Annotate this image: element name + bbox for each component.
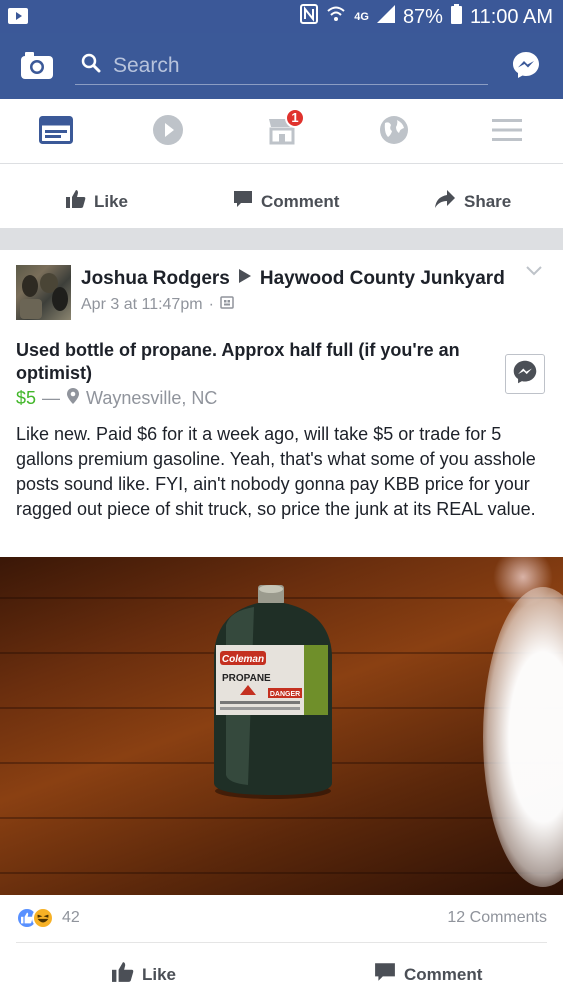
location-pin-icon (66, 387, 80, 410)
messenger-icon (512, 359, 538, 390)
post-timestamp[interactable]: Apr 3 at 11:47pm (81, 296, 203, 314)
price-location-line: $5 — Waynesville, NC (16, 387, 217, 410)
marketplace-post: Joshua Rodgers Haywood County Junkyard A… (0, 250, 563, 1000)
price-separator: — (42, 388, 61, 408)
bottle-brand-text: Coleman (222, 654, 264, 665)
propane-bottle-image: Coleman PROPANE DANGER (214, 585, 332, 799)
main-tab-bar: 1 (0, 99, 563, 164)
message-seller-button[interactable] (505, 354, 545, 394)
post-options-chevron-icon[interactable] (525, 264, 543, 282)
post-divider (16, 942, 547, 943)
light-glare (483, 587, 563, 887)
nfc-icon (300, 4, 319, 30)
feed-separator (0, 228, 563, 250)
tab-video[interactable] (148, 114, 188, 150)
listing-photo[interactable]: Coleman PROPANE DANGER (0, 557, 563, 895)
post-comment-button[interactable]: Comment (374, 961, 482, 988)
listing-price: $5 (16, 388, 37, 408)
listing-location[interactable]: Waynesville, NC (86, 388, 217, 409)
video-notification-icon (8, 7, 28, 30)
bottle-warning-text: DANGER (270, 691, 300, 698)
post-like-button[interactable]: Like (112, 961, 176, 988)
globe-icon (379, 115, 409, 150)
share-arrow-icon (434, 189, 456, 214)
comment-bubble-icon (233, 189, 253, 214)
search-bar[interactable] (75, 47, 488, 85)
author-name[interactable]: Joshua Rodgers (81, 268, 230, 290)
thumbs-up-icon (66, 189, 86, 214)
messenger-icon[interactable] (511, 50, 541, 80)
camera-icon[interactable] (20, 50, 54, 80)
comment-button[interactable]: Comment (233, 189, 339, 214)
search-input[interactable] (113, 53, 473, 78)
post-comment-label: Comment (404, 964, 483, 984)
haha-reaction-icon (32, 907, 54, 929)
thumbs-up-icon (112, 961, 134, 988)
listing-title: Used bottle of propane. Approx half full… (16, 340, 460, 383)
reaction-count: 42 (62, 909, 80, 926)
marketplace-badge: 1 (285, 107, 305, 128)
author-avatar[interactable] (16, 265, 71, 320)
hamburger-menu-icon (492, 117, 522, 148)
battery-percent: 87% (402, 5, 443, 28)
post-header-line: Joshua Rodgers Haywood County Junkyard (81, 268, 505, 290)
post-meta: Apr 3 at 11:47pm · (81, 296, 234, 314)
reactions-summary[interactable]: 42 (16, 907, 80, 929)
share-label: Share (464, 191, 512, 211)
bottle-label-text: PROPANE (222, 673, 271, 684)
meta-separator: · (208, 296, 214, 313)
status-bar: 4G 87% 11:00 AM (0, 0, 563, 33)
app-header (0, 33, 563, 99)
listing-description: Like new. Paid $6 for it a week ago, wil… (16, 424, 536, 519)
arrow-right-icon (238, 268, 252, 290)
comments-count-link[interactable]: 12 Comments (447, 909, 547, 927)
tab-news-feed[interactable] (36, 114, 76, 150)
battery-icon (450, 4, 462, 30)
video-play-icon (152, 114, 184, 151)
like-button[interactable]: Like (66, 189, 128, 214)
group-name[interactable]: Haywood County Junkyard (260, 268, 505, 290)
like-label: Like (94, 191, 129, 211)
share-button[interactable]: Share (434, 189, 511, 214)
tab-notifications-globe[interactable] (374, 114, 414, 150)
signal-icon (376, 5, 395, 29)
comment-bubble-icon (374, 961, 396, 988)
marketplace-icon: 1 (267, 107, 305, 150)
news-feed-icon (39, 115, 73, 149)
clock: 11:00 AM (469, 5, 553, 28)
comment-label: Comment (261, 191, 340, 211)
previous-post-action-bar: Like Comment Share (0, 165, 563, 228)
post-like-label: Like (142, 964, 177, 984)
tab-menu[interactable] (487, 114, 527, 150)
wifi-icon (326, 5, 346, 29)
network-type-label: 4G (354, 11, 369, 23)
tab-marketplace[interactable]: 1 (262, 107, 305, 150)
search-icon (75, 53, 101, 78)
group-privacy-icon (220, 296, 234, 314)
